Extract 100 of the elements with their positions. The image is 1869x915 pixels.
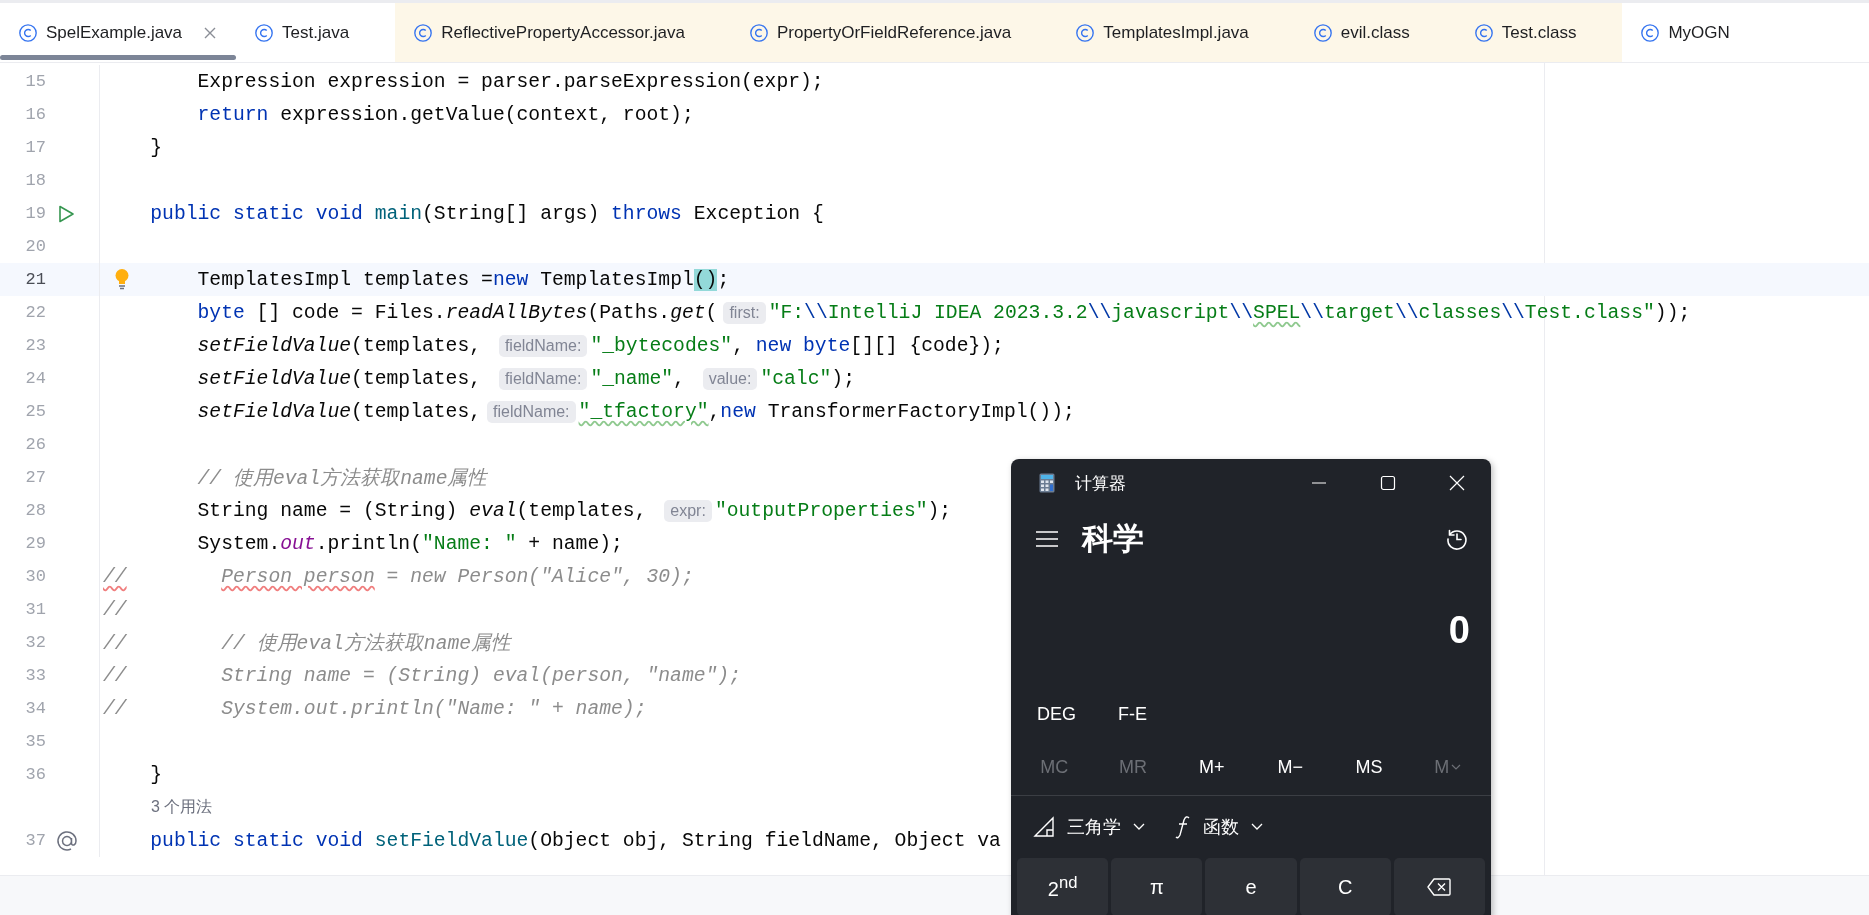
line-number: 15: [24, 72, 46, 91]
line-number: 34: [24, 699, 46, 718]
code-text: // String name = (String) eval(person, "name");: [103, 664, 741, 687]
editor-tab[interactable]: evil.class: [1294, 3, 1456, 62]
calculator-key[interactable]: e: [1205, 858, 1297, 915]
line-number: 16: [24, 105, 46, 124]
editor-tab[interactable]: ReflectivePropertyAccessor.java: [395, 3, 731, 62]
memory-button[interactable]: M+: [1172, 750, 1251, 784]
display-value: 0: [1448, 608, 1470, 652]
code-text: // 使用eval方法获取name属性: [196, 466, 488, 491]
chevron-down-icon: [1133, 823, 1145, 831]
editor-tab[interactable]: TemplatesImpl.java: [1057, 3, 1295, 62]
editor-tab[interactable]: Test.java: [236, 3, 396, 62]
code-text: "_name",: [590, 367, 686, 390]
code-text: // System.out.println("Name: " + name);: [103, 697, 647, 720]
line-number: 28: [24, 501, 46, 520]
triangle-icon: [1033, 816, 1055, 838]
code-text: setFieldValue(templates,: [196, 334, 483, 357]
code-text: return expression.getValue(context, root);: [196, 103, 694, 126]
code-text: TemplatesImpl templates =new TemplatesImpl();: [196, 268, 730, 291]
calculator-key[interactable]: 2$^{nd}$: [1017, 858, 1109, 915]
close-icon: [1448, 475, 1465, 491]
calculator-icon: [1039, 473, 1055, 493]
code-text: public static void setFieldValue(Object obj, String fieldName, Object va: [149, 829, 1001, 852]
line-number: 31: [24, 600, 46, 619]
editor-tab[interactable]: Test.class: [1455, 3, 1623, 62]
line-number: 27: [24, 468, 46, 487]
parameter-hint: fieldName:: [498, 334, 588, 357]
code-text: setFieldValue(templates,: [196, 400, 482, 423]
class-icon: [1473, 22, 1494, 43]
line-number: 37: [24, 831, 46, 850]
run-icon[interactable]: [56, 203, 76, 224]
code-text: "_tfactory",new TransformerFactoryImpl());: [578, 400, 1075, 423]
line-number: 33: [24, 666, 46, 685]
line-number: 36: [24, 765, 46, 784]
backspace-icon: [1427, 878, 1452, 896]
class-icon: [1075, 22, 1096, 43]
line-number: 30: [24, 567, 46, 586]
chevron-down-icon: [1451, 764, 1462, 770]
editor-tab[interactable]: SpelExample.java: [0, 3, 237, 62]
code-text: // Person person = new Person("Alice", 30);: [103, 565, 694, 588]
parameter-hint: fieldName:: [498, 367, 588, 390]
class-icon: [1640, 22, 1661, 43]
parameter-hint: fieldName:: [487, 400, 576, 423]
notation-button[interactable]: F-E: [1106, 699, 1159, 729]
line-number: 26: [24, 435, 46, 454]
code-text: System.out.println("Name: " + name);: [196, 532, 623, 555]
memory-button[interactable]: M−: [1251, 750, 1330, 784]
line-number: 32: [24, 633, 46, 652]
mode-title: 科学: [1082, 520, 1144, 558]
line-number: 35: [24, 732, 46, 751]
code-text: // // 使用eval方法获取name属性: [103, 631, 512, 656]
parameter-hint: first:: [723, 301, 766, 324]
angle-unit-button[interactable]: DEG: [1025, 699, 1088, 729]
line-number: 21: [24, 270, 46, 289]
calculator-key[interactable]: π: [1111, 858, 1203, 915]
parameter-hint: value:: [702, 367, 758, 390]
function-menu[interactable]: 三角学: [1025, 811, 1153, 843]
code-text: setFieldValue(templates,: [196, 367, 483, 390]
function-icon: [1175, 815, 1191, 839]
line-number: 19: [24, 204, 46, 223]
class-icon: [1312, 22, 1333, 43]
line-number: 29: [24, 534, 46, 553]
minimize-icon: [1310, 482, 1327, 484]
line-number: 24: [24, 369, 46, 388]
close-icon[interactable]: [204, 26, 217, 39]
line-number: 25: [24, 402, 46, 421]
parameter-hint: expr:: [664, 499, 712, 522]
lightbulb-icon[interactable]: [114, 268, 130, 290]
class-icon: [748, 22, 769, 43]
history-icon[interactable]: [1445, 527, 1469, 551]
line-number: 23: [24, 336, 46, 355]
code-text: byte [] code = Files.readAllBytes(Paths.get(: [196, 301, 718, 324]
editor-tab[interactable]: MyOGN: [1622, 3, 1776, 62]
code-text: String name = (String) eval(templates,: [196, 499, 648, 522]
line-number: 22: [24, 303, 46, 322]
line-number: 18: [24, 171, 46, 190]
code-text: //: [103, 598, 127, 621]
class-icon: [413, 22, 434, 43]
code-text: Expression expression = parser.parseExpression(expr);: [196, 70, 824, 93]
editor-tab[interactable]: PropertyOrFieldReference.java: [730, 3, 1058, 62]
calculator-key[interactable]: C: [1299, 858, 1391, 915]
function-menu[interactable]: 函数: [1167, 811, 1271, 843]
code-text: "outputProperties");: [714, 499, 952, 522]
memory-button[interactable]: MS: [1329, 750, 1409, 784]
chevron-down-icon: [1251, 823, 1263, 831]
code-text: "_bytecodes", new byte[][] {code});: [590, 334, 1004, 357]
window-title: 计算器: [1075, 472, 1126, 495]
at-icon[interactable]: [56, 829, 78, 852]
class-icon: [254, 22, 275, 43]
line-number: 20: [24, 237, 46, 256]
code-text: }: [149, 763, 163, 786]
code-text: }: [149, 136, 163, 159]
code-text: public static void main(String[] args) throws Exception {: [149, 202, 824, 225]
usage-hint[interactable]: 3 个用法: [103, 797, 213, 818]
code-text: "calc");: [760, 367, 855, 390]
code-text: "F:\\IntelliJ IDEA 2023.3.2\\javascript\\SPEL\\target\\classes\\Test.class"));: [768, 301, 1691, 324]
class-icon: [18, 22, 38, 43]
backspace-key[interactable]: [1393, 858, 1485, 915]
menu-icon[interactable]: [1036, 531, 1058, 547]
